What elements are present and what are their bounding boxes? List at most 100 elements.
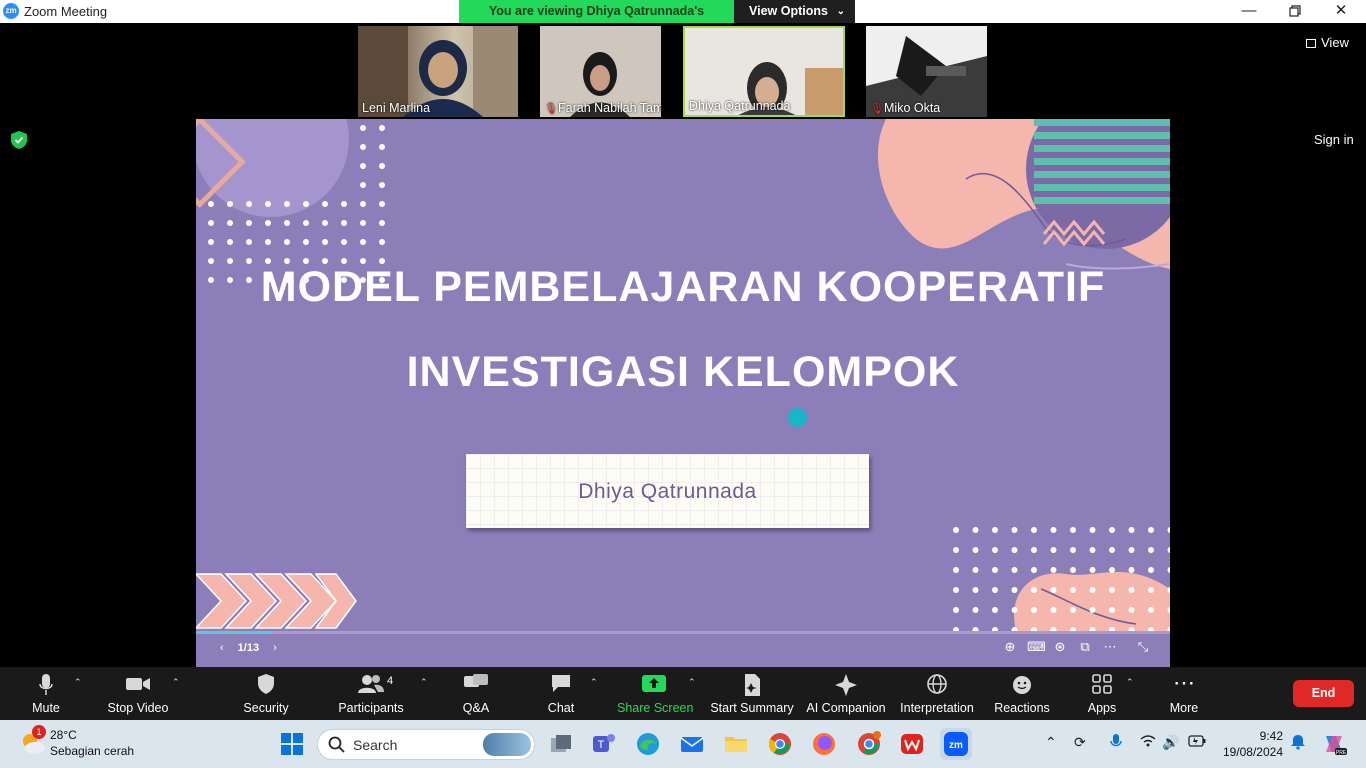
decorative-dot bbox=[788, 408, 807, 427]
apps-options-chevron-icon[interactable]: ⌃ bbox=[1126, 677, 1134, 688]
copy-icon[interactable]: ⧉ bbox=[1077, 639, 1093, 655]
participant-name: Leni Marlina bbox=[362, 101, 431, 115]
sync-icon[interactable]: ⟳ bbox=[1074, 734, 1086, 751]
reactions-button[interactable]: Reactions bbox=[993, 667, 1051, 720]
slide-title-line2: INVESTIGASI KELOMPOK bbox=[406, 348, 960, 396]
notification-bell-icon[interactable] bbox=[1290, 734, 1306, 753]
show-hidden-icons-icon[interactable]: ⌃ bbox=[1045, 734, 1057, 751]
volume-icon[interactable]: 🔊 bbox=[1162, 734, 1179, 751]
search-placeholder: Search bbox=[353, 737, 398, 753]
ai-companion-button[interactable]: AI Companion bbox=[806, 667, 886, 720]
stop-video-label: Stop Video bbox=[107, 701, 169, 715]
qa-button[interactable]: Q&A bbox=[457, 667, 495, 720]
close-icon[interactable]: ✕ bbox=[1318, 0, 1364, 23]
teams-icon[interactable]: T bbox=[590, 730, 618, 758]
apps-button[interactable]: Apps bbox=[1084, 667, 1120, 720]
clock-time: 9:42 bbox=[1259, 729, 1283, 743]
interpretation-button[interactable]: Interpretation bbox=[899, 667, 975, 720]
slide-control-bar: ‹ 1/13 › ⊕ ⌨ ⊛ ⧉ ⋯ ⤡ bbox=[196, 631, 1170, 667]
chat-options-chevron-icon[interactable]: ⌃ bbox=[590, 677, 598, 688]
view-button[interactable]: View bbox=[1306, 35, 1349, 50]
chat-label: Chat bbox=[547, 701, 575, 715]
slide-title-line1: MODEL PEMBELAJARAN KOOPERATIF bbox=[260, 263, 1106, 311]
sparkle-icon bbox=[806, 673, 886, 699]
prev-slide-icon[interactable]: ‹ bbox=[220, 642, 224, 654]
svg-text:zm: zm bbox=[949, 740, 963, 751]
apps-grid-icon bbox=[1084, 673, 1120, 699]
battery-icon[interactable] bbox=[1188, 734, 1206, 750]
start-summary-label: Start Summary bbox=[710, 701, 794, 715]
participants-label: Participants bbox=[338, 701, 404, 715]
security-label: Security bbox=[243, 701, 289, 715]
firefox-icon[interactable] bbox=[810, 730, 838, 758]
participant-name-row: 🎙Miko Okta bbox=[870, 101, 940, 115]
copilot-icon[interactable]: PRE bbox=[1320, 730, 1348, 758]
participant-name-row: 🎙Farah Nabilah Tampu... bbox=[544, 101, 661, 115]
video-tile-miko[interactable]: 🎙Miko Okta bbox=[866, 26, 987, 117]
video-tile-dhiya[interactable]: Dhiya Qatrunnada bbox=[683, 26, 845, 117]
svg-text:PRE: PRE bbox=[1336, 750, 1347, 756]
video-tile-leni[interactable]: Leni Marlina bbox=[358, 26, 518, 117]
view-button-label: View bbox=[1321, 35, 1349, 50]
reactions-label: Reactions bbox=[994, 701, 1050, 715]
wifi-icon[interactable] bbox=[1140, 734, 1156, 751]
video-options-chevron-icon[interactable]: ⌃ bbox=[172, 677, 180, 688]
more-button[interactable]: ⋯ More bbox=[1164, 667, 1204, 720]
more-dots-icon[interactable]: ⋯ bbox=[1102, 639, 1118, 655]
interpretation-label: Interpretation bbox=[900, 701, 974, 715]
system-clock[interactable]: 9:42 19/08/2024 bbox=[1218, 728, 1283, 760]
search-icon bbox=[328, 736, 345, 753]
chrome-profile-icon[interactable] bbox=[855, 730, 883, 758]
view-options-label: View Options bbox=[749, 4, 828, 18]
slide-progress-fill bbox=[196, 631, 271, 634]
mic-muted-icon: 🎙 bbox=[870, 103, 884, 115]
next-slide-icon[interactable]: › bbox=[273, 642, 277, 654]
share-options-chevron-icon[interactable]: ⌃ bbox=[688, 677, 696, 688]
participant-name: Dhiya Qatrunnada bbox=[689, 99, 791, 113]
grid-view-icon bbox=[1306, 39, 1316, 48]
edge-browser-icon[interactable] bbox=[634, 730, 662, 758]
end-meeting-button[interactable]: End bbox=[1293, 680, 1354, 707]
mail-icon[interactable] bbox=[678, 730, 706, 758]
file-explorer-icon[interactable] bbox=[722, 730, 750, 758]
wps-office-icon[interactable] bbox=[898, 730, 926, 758]
audio-options-chevron-icon[interactable]: ⌃ bbox=[74, 677, 82, 688]
taskbar-search[interactable]: Search bbox=[317, 729, 535, 760]
weather-desc: Sebagian cerah bbox=[50, 744, 135, 758]
stop-video-button[interactable]: Stop Video bbox=[106, 667, 170, 720]
mute-label: Mute bbox=[32, 701, 60, 715]
share-screen-label: Share Screen bbox=[617, 701, 694, 715]
windows-start-icon[interactable] bbox=[278, 730, 306, 758]
mic-muted-icon: 🎙 bbox=[544, 103, 558, 115]
broadcast-icon[interactable]: ⊛ bbox=[1052, 639, 1068, 655]
participants-count: 4 bbox=[387, 675, 394, 687]
page-indicator: 1/13 bbox=[237, 642, 260, 654]
exit-fullscreen-icon[interactable]: ⤡ bbox=[1135, 639, 1151, 655]
share-screen-button[interactable]: Share Screen bbox=[617, 667, 694, 720]
chevron-down-icon: ⌄ bbox=[836, 6, 845, 17]
zoom-taskbar-button[interactable]: zm bbox=[940, 728, 972, 760]
microphone-tray-icon[interactable] bbox=[1110, 734, 1122, 753]
task-view-icon[interactable] bbox=[547, 730, 575, 758]
security-button[interactable]: Security bbox=[238, 667, 294, 720]
participants-options-chevron-icon[interactable]: ⌃ bbox=[420, 677, 428, 688]
chat-button[interactable]: Chat bbox=[542, 667, 580, 720]
view-options-button[interactable]: View Options ⌄ bbox=[734, 0, 855, 23]
search-highlight-image bbox=[483, 733, 531, 756]
microphone-icon bbox=[22, 673, 70, 699]
chrome-icon[interactable] bbox=[766, 730, 794, 758]
participants-button[interactable]: Participants bbox=[336, 667, 406, 720]
presenter-name: Dhiya Qatrunnada bbox=[578, 480, 757, 503]
zoom-in-icon[interactable]: ⊕ bbox=[1002, 639, 1018, 655]
restore-icon[interactable] bbox=[1272, 0, 1318, 23]
mute-button[interactable]: Mute bbox=[22, 667, 70, 720]
qa-label: Q&A bbox=[462, 701, 490, 715]
minimize-icon[interactable]: — bbox=[1226, 0, 1272, 23]
chat-bubble-icon bbox=[542, 673, 580, 699]
video-tile-farah[interactable]: 🎙Farah Nabilah Tampu... bbox=[540, 26, 661, 117]
start-summary-button[interactable]: Start Summary bbox=[710, 667, 794, 720]
encryption-shield-icon[interactable] bbox=[11, 131, 27, 149]
slide-pager: ‹ 1/13 › bbox=[220, 642, 277, 654]
keyboard-icon[interactable]: ⌨ bbox=[1027, 639, 1046, 655]
sign-in-link[interactable]: Sign in bbox=[1314, 132, 1354, 147]
